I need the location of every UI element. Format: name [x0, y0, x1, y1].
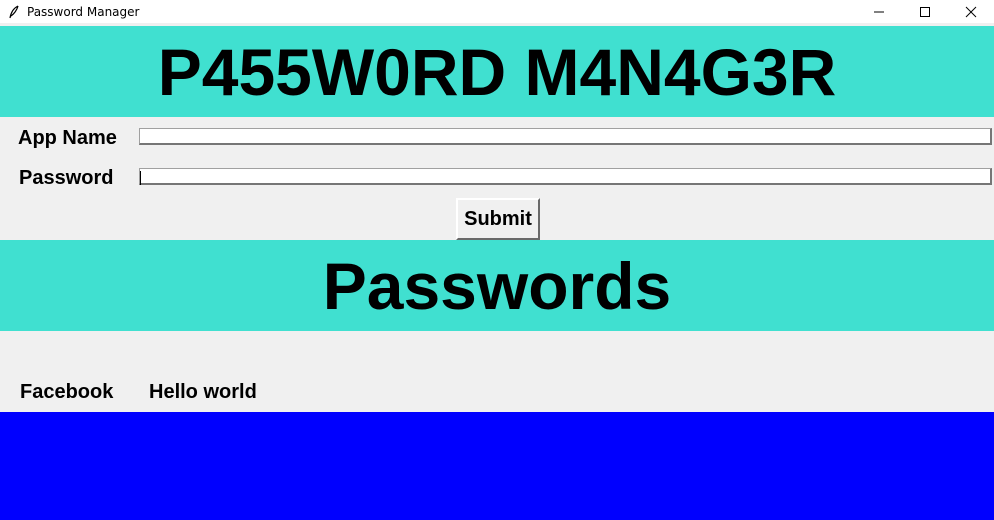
title-bar[interactable]: Password Manager: [0, 0, 994, 23]
submit-button[interactable]: Submit: [456, 198, 540, 240]
close-icon: [965, 6, 977, 17]
entry-password: Hello world: [149, 381, 257, 403]
minimize-icon: [874, 11, 884, 12]
maximize-icon: [920, 6, 930, 17]
close-button[interactable]: [948, 0, 994, 23]
entry-app-name: Facebook: [20, 381, 114, 403]
maximize-button[interactable]: [902, 0, 948, 23]
minimize-button[interactable]: [856, 0, 902, 23]
password-manager-window: Password Manager P455W0RD M4N4G3R App Na…: [0, 0, 994, 520]
passwords-heading: Passwords: [0, 240, 994, 331]
app-header: P455W0RD M4N4G3R: [0, 26, 994, 117]
footer-band: [0, 412, 994, 520]
app-name-label: App Name: [18, 127, 117, 149]
app-name-input[interactable]: [139, 128, 992, 145]
window-title: Password Manager: [27, 4, 140, 19]
password-label: Password: [19, 167, 114, 189]
password-input[interactable]: [139, 168, 992, 185]
text-caret: [140, 171, 141, 185]
feather-icon: [7, 4, 21, 19]
